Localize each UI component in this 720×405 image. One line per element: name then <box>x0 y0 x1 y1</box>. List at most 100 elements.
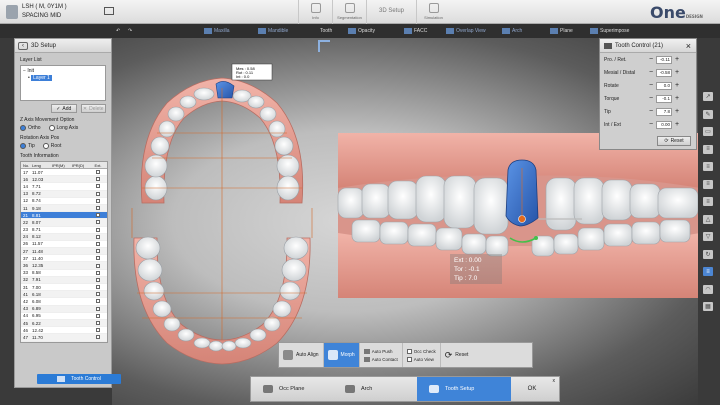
table-row[interactable]: 26 11.57 <box>21 241 107 249</box>
extraction-checkbox[interactable] <box>96 328 100 333</box>
add-layer-button[interactable]: ✓ Add <box>51 104 77 113</box>
plus-icon[interactable]: + <box>674 82 680 89</box>
plus-icon[interactable]: + <box>674 95 680 102</box>
view-right-icon[interactable]: ≡ <box>703 197 713 206</box>
table-row[interactable]: 44 6.95 <box>21 313 107 320</box>
table-row[interactable]: 46 12.42 <box>21 327 107 335</box>
toolbar-mandible[interactable]: Mandible <box>258 26 288 36</box>
extraction-checkbox[interactable] <box>96 256 100 261</box>
plus-icon[interactable]: + <box>674 121 680 128</box>
layer-list[interactable]: − Init • Layer 1 <box>20 65 106 101</box>
table-row[interactable]: 13 8.72 <box>21 190 107 198</box>
table-row[interactable]: 11 9.18 <box>21 204 107 213</box>
extraction-checkbox[interactable] <box>96 241 100 246</box>
table-row[interactable]: 22 8.07 <box>21 219 107 227</box>
extraction-checkbox[interactable] <box>96 313 100 318</box>
close-icon[interactable]: x <box>553 378 556 384</box>
tooth-control-reset-button[interactable]: ⟳ Reset <box>657 136 691 146</box>
plus-icon[interactable]: + <box>674 108 680 115</box>
table-row[interactable]: 42 6.08 <box>21 298 107 306</box>
image-icon[interactable] <box>104 7 114 15</box>
step-arch[interactable]: Arch <box>333 377 417 401</box>
extraction-checkbox[interactable] <box>96 299 100 304</box>
back-icon[interactable]: ‹ <box>18 41 28 50</box>
extraction-checkbox[interactable] <box>96 263 100 268</box>
extraction-checkbox[interactable] <box>96 249 100 254</box>
tooth-control-value[interactable]: 0.0 <box>656 81 672 90</box>
extraction-checkbox[interactable] <box>96 170 100 175</box>
layers-icon[interactable]: ≡ <box>703 267 713 276</box>
minus-icon[interactable]: − <box>648 108 654 115</box>
tab-segmentation[interactable]: Segmentation <box>332 0 366 24</box>
step-occ-plane[interactable]: Occ Plane <box>251 377 333 401</box>
extraction-checkbox[interactable] <box>96 198 100 203</box>
view-lower-icon[interactable]: ≡ <box>703 162 713 171</box>
plus-icon[interactable]: + <box>674 56 680 63</box>
delete-layer-button[interactable]: ✕ Delete <box>80 104 106 113</box>
minus-icon[interactable]: − <box>648 82 654 89</box>
extraction-checkbox[interactable] <box>96 227 100 232</box>
table-row[interactable]: 17 11.07 <box>21 169 107 177</box>
auto-contact-button[interactable]: Auto Contact <box>363 356 398 362</box>
minus-icon[interactable]: − <box>648 69 654 76</box>
view-front-icon[interactable]: ▭ <box>703 127 713 136</box>
radio-long-axis[interactable]: Long Axis <box>48 125 78 131</box>
table-row[interactable]: 16 12.03 <box>21 176 107 184</box>
tab-simulation[interactable]: Simulation <box>416 0 450 24</box>
toolbar-overlap-view[interactable]: Overlap View <box>446 26 486 36</box>
tab-3d-setup[interactable]: 3D Setup <box>366 0 416 24</box>
table-row[interactable]: 32 7.91 <box>21 276 107 284</box>
radio-root[interactable]: Root <box>42 143 61 149</box>
tooth-control-value[interactable]: -0.11 <box>656 55 672 64</box>
toolbar-facc[interactable]: FACC <box>404 26 427 36</box>
grid-icon[interactable]: ▦ <box>703 302 713 311</box>
triangle-icon[interactable]: △ <box>703 214 713 224</box>
table-row[interactable]: 43 6.89 <box>21 305 107 313</box>
toolbar-superimpose[interactable]: Superimpose <box>590 26 629 36</box>
minus-icon[interactable]: − <box>648 56 654 63</box>
extraction-checkbox[interactable] <box>96 292 100 297</box>
extraction-checkbox[interactable] <box>96 213 100 218</box>
auto-view-checkbox[interactable]: Auto View <box>406 356 436 362</box>
toolbar-opacity[interactable]: Opacity <box>348 26 375 36</box>
toolbar-tooth[interactable]: Tooth <box>320 26 332 36</box>
dome-icon[interactable]: ◠ <box>703 284 713 294</box>
layer-item-layer-1[interactable]: • Layer 1 <box>23 75 103 82</box>
minus-icon[interactable]: − <box>648 95 654 102</box>
table-row[interactable]: 36 12.35 <box>21 262 107 270</box>
table-row[interactable]: 37 11.40 <box>21 255 107 263</box>
radio-tip[interactable]: Tip <box>20 143 35 149</box>
triangle-down-icon[interactable]: ▽ <box>703 232 713 241</box>
move-icon[interactable]: ↗ <box>703 92 713 101</box>
extraction-checkbox[interactable] <box>96 270 100 275</box>
table-row[interactable]: 41 6.18 <box>21 291 107 299</box>
table-row[interactable]: 33 8.58 <box>21 270 107 277</box>
table-row[interactable]: 47 11.70 <box>21 334 107 342</box>
undo-icon[interactable]: ↶ <box>116 26 120 36</box>
plus-icon[interactable]: + <box>674 69 680 76</box>
table-row[interactable]: 31 7.00 <box>21 284 107 292</box>
extraction-checkbox[interactable] <box>96 306 100 311</box>
rotate-icon[interactable]: ↻ <box>703 249 713 259</box>
tooth-control-value[interactable]: 7.8 <box>656 107 672 116</box>
extraction-checkbox[interactable] <box>96 321 100 326</box>
toolbar-plane[interactable]: Plane <box>550 26 573 36</box>
view-upper-icon[interactable]: ≡ <box>703 144 713 154</box>
tooth-control-value[interactable]: -0.1 <box>656 94 672 103</box>
view-left-icon[interactable]: ≡ <box>703 179 713 189</box>
pen-icon[interactable]: ✎ <box>703 109 713 119</box>
occ-check-checkbox[interactable]: Occ Check <box>406 348 436 354</box>
extraction-checkbox[interactable] <box>96 234 100 239</box>
step-tooth-setup[interactable]: Tooth Setup <box>417 377 511 401</box>
extraction-checkbox[interactable] <box>96 335 100 340</box>
table-row[interactable]: 21 8.81 <box>21 212 107 220</box>
tooth-control-button[interactable]: Tooth Control <box>37 374 121 384</box>
tab-info[interactable]: Info <box>298 0 332 24</box>
extraction-checkbox[interactable] <box>96 220 100 225</box>
extraction-checkbox[interactable] <box>96 177 100 182</box>
toolbar-maxilla[interactable]: Maxilla <box>204 26 230 36</box>
minus-icon[interactable]: − <box>648 121 654 128</box>
action-reset-button[interactable]: ⟳ Reset <box>441 343 473 367</box>
table-row[interactable]: 24 8.12 <box>21 233 107 241</box>
morph-button[interactable]: Morph <box>323 343 360 367</box>
